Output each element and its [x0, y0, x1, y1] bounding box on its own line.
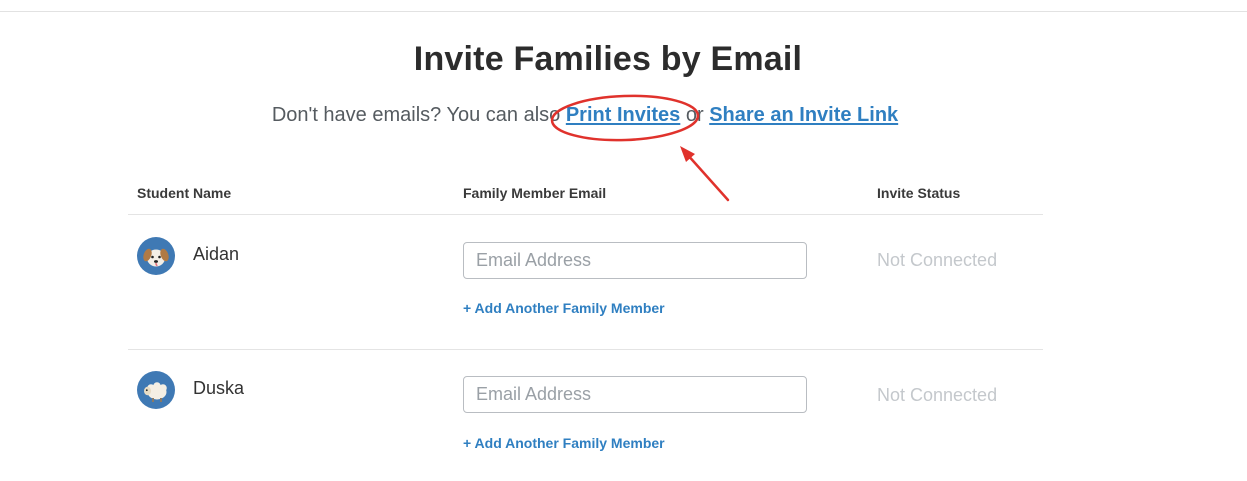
header-divider	[128, 214, 1043, 215]
column-header-invite-status: Invite Status	[877, 185, 961, 201]
puppy-face-icon	[143, 248, 169, 267]
subtitle-or-text: or	[680, 104, 710, 126]
subtitle-text: Don't have emails? You can also	[271, 104, 566, 126]
column-header-student-name: Student Name	[137, 185, 232, 201]
avatar	[137, 237, 175, 275]
share-invite-link[interactable]: Share an Invite Link	[709, 104, 898, 126]
student-name: Duska	[193, 378, 245, 398]
top-divider	[0, 11, 1247, 12]
email-field[interactable]	[463, 242, 807, 279]
column-header-family-email: Family Member Email	[463, 185, 607, 201]
add-family-member-button[interactable]: + Add Another Family Member	[463, 300, 665, 316]
annotation-arrow-icon	[680, 146, 730, 202]
student-name: Aidan	[193, 244, 240, 264]
print-invites-link[interactable]: Print Invites	[566, 104, 680, 126]
sheep-icon	[144, 382, 167, 402]
invite-status: Not Connected	[877, 250, 998, 270]
email-field[interactable]	[463, 376, 807, 413]
page-title: Invite Families by Email	[413, 40, 803, 78]
row-divider	[128, 349, 1043, 350]
avatar	[137, 371, 175, 409]
subtitle: Don't have emails? You can also Print In…	[0, 104, 1170, 127]
add-family-member-button[interactable]: + Add Another Family Member	[463, 435, 665, 451]
invite-status: Not Connected	[877, 385, 998, 405]
